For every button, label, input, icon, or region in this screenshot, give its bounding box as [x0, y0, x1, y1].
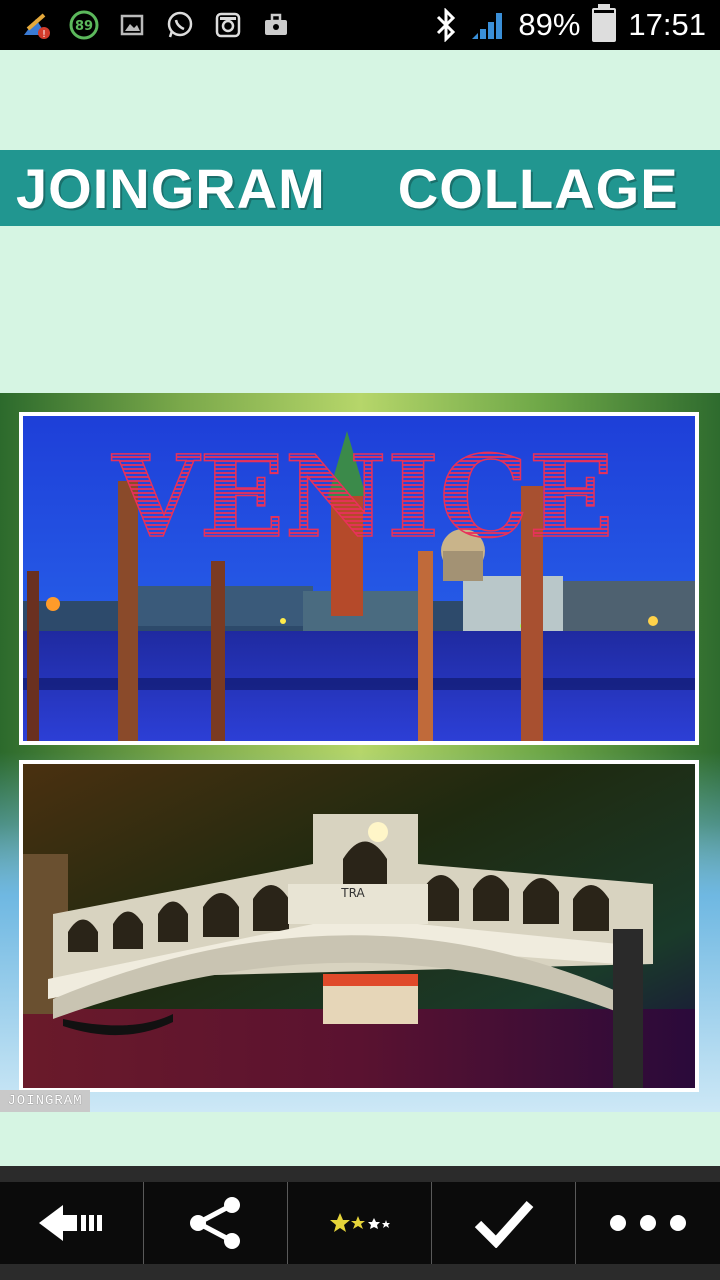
battery-icon — [592, 4, 617, 42]
status-bar: ! 89 89% 17:51 — [0, 0, 720, 50]
collage-canvas[interactable]: VENICE TRA JOINGRAM — [0, 393, 720, 1112]
collage-photo-rialto[interactable]: TRA — [19, 760, 699, 1092]
signal-icon — [472, 13, 503, 39]
back-button[interactable] — [0, 1182, 144, 1264]
rate-stars-icon — [329, 1213, 390, 1232]
instagram-icon — [215, 12, 241, 38]
venice-photo: VENICE — [23, 416, 695, 741]
whatsapp-icon — [167, 11, 193, 38]
gallery-icon — [120, 14, 144, 36]
rialto-bridge-photo: TRA — [23, 764, 695, 1088]
share-button[interactable] — [144, 1182, 288, 1264]
title-banner: JOINGRAM COLLAGE — [0, 150, 720, 226]
system-nav-strip — [0, 1264, 720, 1280]
bridge-sign-text: TRA — [340, 886, 365, 900]
banner-title-joingram: JOINGRAM — [16, 156, 326, 220]
bluetooth-icon — [437, 8, 456, 42]
share-icon — [189, 1197, 240, 1249]
joingram-watermark: JOINGRAM — [0, 1090, 90, 1112]
back-arrow-icon — [38, 1205, 102, 1241]
bottom-toolbar — [0, 1182, 720, 1264]
rate-button[interactable] — [288, 1182, 432, 1264]
svg-text:!: ! — [42, 29, 46, 40]
confirm-button[interactable] — [432, 1182, 576, 1264]
more-dots-icon — [610, 1215, 686, 1231]
venice-title-text: VENICE — [111, 432, 614, 563]
briefcase-icon — [265, 13, 287, 35]
badge-89-icon: 89 — [69, 10, 99, 40]
clock: 17:51 — [628, 7, 706, 42]
svg-text:89: 89 — [75, 19, 93, 34]
toolbar-divider — [0, 1166, 720, 1182]
banner-title-collage: COLLAGE — [397, 156, 679, 220]
app-update-icon: ! — [24, 13, 50, 40]
battery-percent: 89% — [518, 7, 581, 42]
collage-photo-venice[interactable]: VENICE — [19, 412, 699, 745]
checkmark-icon — [474, 1200, 533, 1248]
more-button[interactable] — [576, 1182, 720, 1264]
